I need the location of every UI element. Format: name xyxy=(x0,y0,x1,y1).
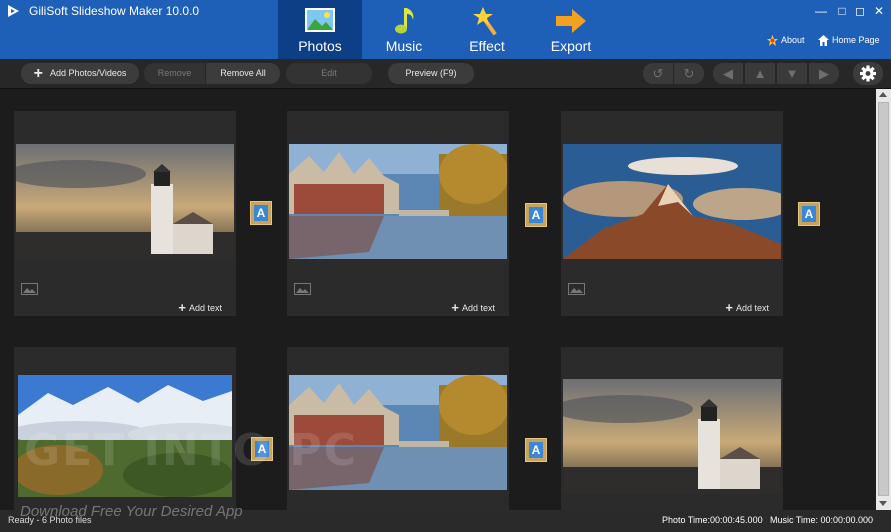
music-time: Music Time: 00:00:00.000 xyxy=(770,515,874,525)
tab-effect[interactable]: Effect xyxy=(445,0,529,59)
photo-card-6[interactable] xyxy=(561,347,783,510)
image-icon xyxy=(21,283,38,295)
add-text-button[interactable]: + Add text xyxy=(725,300,769,315)
photo-card-3[interactable]: + Add text xyxy=(561,111,783,316)
magic-wand-icon xyxy=(473,7,497,36)
minimize-icon[interactable]: — xyxy=(814,4,828,18)
maximize-icon[interactable]: ◻ xyxy=(853,4,867,18)
add-text-label: Add text xyxy=(461,303,495,313)
photo-thumbnail-lighthouse xyxy=(563,379,781,494)
plus-icon: + xyxy=(33,65,43,83)
music-note-icon xyxy=(395,8,414,34)
photo-card-1[interactable]: + Add text xyxy=(14,111,236,316)
tab-photos-label: Photos xyxy=(298,38,342,54)
remove-all-button[interactable]: Remove All xyxy=(206,63,280,84)
photos-icon xyxy=(305,8,335,32)
vertical-scrollbar[interactable] xyxy=(876,89,891,510)
watermark-logo: GET INTO PC xyxy=(24,425,358,476)
add-text-label: Add text xyxy=(735,303,769,313)
transition-button-1[interactable]: A xyxy=(250,201,272,225)
move-down-icon[interactable]: ▼ xyxy=(777,63,807,84)
gear-icon xyxy=(860,65,876,82)
move-left-icon[interactable]: ◀ xyxy=(713,63,743,84)
transition-button-5[interactable]: A xyxy=(525,438,547,462)
app-title: GiliSoft Slideshow Maker 10.0.0 xyxy=(29,4,200,18)
transition-button-3[interactable]: A xyxy=(798,202,820,226)
export-arrow-icon xyxy=(556,9,586,33)
move-up-icon[interactable]: ▲ xyxy=(745,63,775,84)
watermark-tagline: Download Free Your Desired App xyxy=(20,503,243,520)
home-page-label: Home Page xyxy=(832,35,880,45)
add-photos-label: Add Photos/Videos xyxy=(49,68,127,78)
title-bar: GiliSoft Slideshow Maker 10.0.0 Photos M… xyxy=(0,0,891,59)
about-label: About xyxy=(781,35,805,45)
app-window: GiliSoft Slideshow Maker 10.0.0 Photos M… xyxy=(0,0,891,532)
add-text-button[interactable]: + Add text xyxy=(178,300,222,315)
transition-icon: A xyxy=(529,207,543,223)
scroll-down-icon[interactable] xyxy=(879,501,887,506)
photo-thumbnail-canal xyxy=(289,144,507,259)
photo-time: Photo Time:00:00:45.000 xyxy=(662,515,763,525)
image-icon xyxy=(294,283,311,295)
photo-thumbnail-mountain xyxy=(563,144,781,259)
transition-icon: A xyxy=(254,205,268,221)
about-link[interactable]: About xyxy=(767,35,805,47)
close-icon[interactable]: ✕ xyxy=(872,4,886,18)
about-medal-icon xyxy=(767,35,778,47)
app-logo-icon xyxy=(8,5,19,17)
add-photos-button[interactable]: + Add Photos/Videos xyxy=(21,63,139,84)
rotate-right-icon[interactable]: ↻ xyxy=(674,63,704,84)
photo-card-2[interactable]: + Add text xyxy=(287,111,509,316)
tab-export[interactable]: Export xyxy=(529,0,613,59)
rotate-left-icon[interactable]: ↺ xyxy=(643,63,673,84)
photo-thumbnail-lighthouse xyxy=(16,144,234,259)
scroll-up-icon[interactable] xyxy=(879,92,887,97)
transition-button-2[interactable]: A xyxy=(525,203,547,227)
preview-button[interactable]: Preview (F9) xyxy=(388,63,474,84)
transition-icon: A xyxy=(802,206,816,222)
move-right-icon[interactable]: ▶ xyxy=(809,63,839,84)
settings-button[interactable] xyxy=(853,62,883,85)
tab-music[interactable]: Music xyxy=(362,0,446,59)
remove-button[interactable]: Remove xyxy=(144,63,205,84)
tab-export-label: Export xyxy=(550,38,592,54)
image-icon xyxy=(568,283,585,295)
tab-effect-label: Effect xyxy=(469,38,505,54)
edit-button[interactable]: Edit xyxy=(286,63,372,84)
add-text-button[interactable]: + Add text xyxy=(451,300,495,315)
transition-icon: A xyxy=(529,442,543,458)
tab-photos[interactable]: Photos xyxy=(278,0,362,59)
toolbar: + Add Photos/Videos Remove Remove All Edi… xyxy=(0,59,891,89)
home-icon xyxy=(818,35,829,47)
scrollbar-thumb[interactable] xyxy=(878,102,889,496)
tab-music-label: Music xyxy=(385,38,423,54)
add-text-label: Add text xyxy=(188,303,222,313)
home-page-link[interactable]: Home Page xyxy=(818,35,880,47)
restore-icon[interactable]: □ xyxy=(835,4,849,18)
